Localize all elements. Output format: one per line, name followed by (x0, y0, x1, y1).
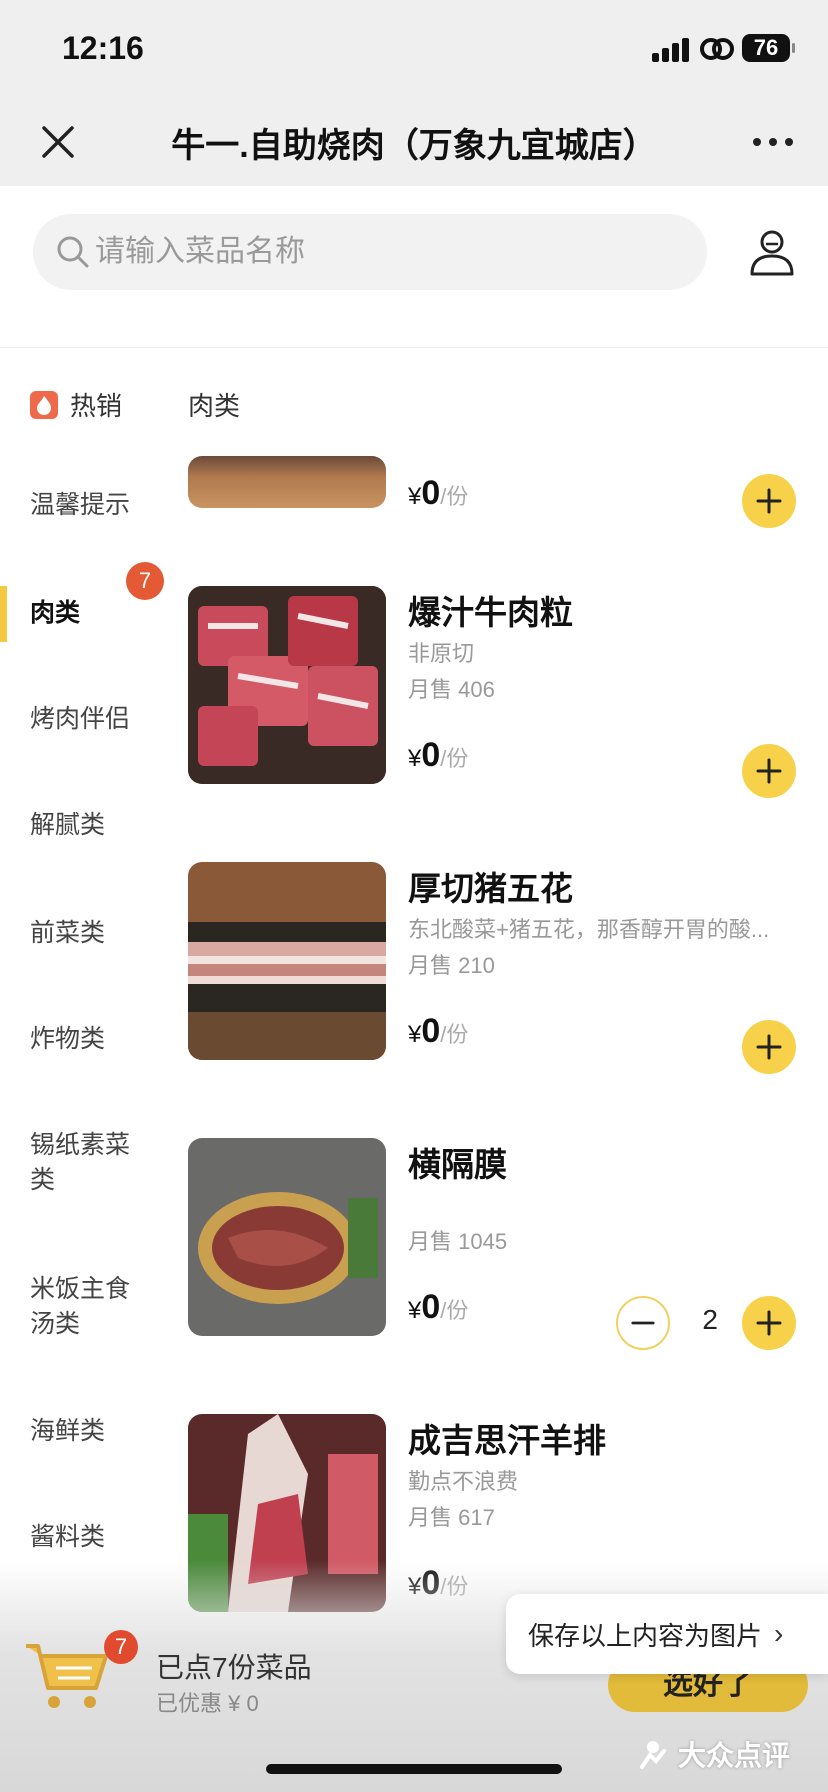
tab-hot-label: 热销 (70, 391, 123, 421)
save-as-image-button[interactable]: 保存以上内容为图片 › (506, 1594, 828, 1674)
page-title: 牛一.自助烧肉（万象九宜城店） (171, 127, 657, 165)
minus-icon[interactable] (616, 1296, 670, 1350)
dish-item[interactable]: ¥0/份 (188, 456, 808, 536)
sidebar-item-refresh[interactable]: 解腻类 (0, 808, 170, 843)
dish-sales: 月售 406 (408, 677, 495, 702)
search-box[interactable] (33, 214, 707, 290)
dish-sales: 月售 617 (408, 1505, 495, 1530)
dish-price: ¥0/份 (408, 736, 469, 774)
sidebar-item-appetizer[interactable]: 前菜类 (0, 916, 170, 951)
link-icon (700, 38, 734, 60)
status-time: 12:16 (62, 30, 144, 66)
sidebar-item-sauce[interactable]: 酱料类 (0, 1520, 170, 1555)
more-icon[interactable] (748, 120, 798, 164)
dish-name: 横隔膜 (408, 1146, 507, 1183)
plus-icon[interactable] (742, 744, 796, 798)
watermark-text: 大众点评 (678, 1740, 791, 1771)
dish-sales: 月售 1045 (408, 1229, 508, 1254)
flame-icon (30, 390, 58, 419)
dianping-logo-icon (640, 1741, 666, 1769)
dish-image (188, 586, 386, 784)
dish-sales: 月售 210 (408, 953, 495, 978)
home-indicator (266, 1764, 562, 1774)
tab-meat[interactable]: 肉类 (188, 386, 240, 423)
cart-discount: 已优惠 ¥ 0 (156, 1691, 259, 1716)
plus-icon[interactable] (742, 1296, 796, 1350)
dish-image (188, 456, 386, 508)
watermark: 大众点评 (636, 1734, 790, 1774)
battery-indicator: 76 (742, 34, 795, 62)
dish-item[interactable]: 厚切猪五花 东北酸菜+猪五花，那香醇开胃的酸... 月售 210 ¥0/份 (188, 862, 808, 1074)
dish-price: ¥0/份 (408, 1012, 469, 1050)
sidebar-badge: 7 (126, 562, 164, 600)
status-bar: 12:16 76 (0, 0, 828, 100)
save-as-image-label: 保存以上内容为图片 (528, 1620, 763, 1651)
dish-price: ¥0/份 (408, 474, 469, 512)
sidebar-item-tips[interactable]: 温馨提示 (0, 488, 170, 523)
dish-name: 爆汁牛肉粒 (408, 594, 573, 631)
nav-bar: 牛一.自助烧肉（万象九宜城店） (0, 100, 828, 186)
search-icon (57, 236, 89, 268)
dish-image (188, 1138, 386, 1336)
tab-hot[interactable]: 热销 (30, 386, 122, 423)
plus-icon[interactable] (742, 1020, 796, 1074)
quantity-value: 2 (702, 1304, 718, 1335)
dish-desc: 勤点不浪费 (408, 1469, 519, 1494)
signal-icon (652, 36, 692, 62)
sidebar-item-fried[interactable]: 炸物类 (0, 1022, 170, 1057)
dish-price: ¥0/份 (408, 1288, 469, 1326)
dish-name: 厚切猪五花 (408, 870, 573, 907)
dish-name: 成吉思汗羊排 (408, 1422, 606, 1459)
user-icon[interactable] (748, 228, 796, 278)
search-area (0, 186, 828, 348)
dish-item[interactable]: 横隔膜 月售 1045 ¥0/份 2 (188, 1138, 808, 1350)
cart-count: 已点7份菜品 (156, 1652, 312, 1683)
plus-icon[interactable] (742, 474, 796, 528)
category-tabs: 热销 肉类 (0, 372, 828, 432)
sidebar-item-meat[interactable]: 肉类 (0, 596, 170, 631)
cart-icon[interactable] (22, 1638, 112, 1714)
chevron-right-icon: › (774, 1618, 784, 1649)
search-input[interactable] (95, 214, 675, 290)
dish-desc: 东北酸菜+猪五花，那香醇开胃的酸... (408, 917, 770, 942)
dish-item[interactable]: 爆汁牛肉粒 非原切 月售 406 ¥0/份 (188, 586, 808, 798)
sidebar-item-seafood[interactable]: 海鲜类 (0, 1414, 170, 1449)
sidebar-item-rice-soup[interactable]: 米饭主食汤类 (0, 1272, 140, 1342)
cart-badge: 7 (104, 1630, 138, 1664)
sidebar-item-foil-veg[interactable]: 锡纸素菜类 (0, 1128, 140, 1198)
close-icon[interactable] (36, 120, 80, 164)
dish-desc: 非原切 (408, 641, 475, 666)
dish-image (188, 862, 386, 1060)
sidebar-item-bbq-partner[interactable]: 烤肉伴侣 (0, 702, 170, 737)
